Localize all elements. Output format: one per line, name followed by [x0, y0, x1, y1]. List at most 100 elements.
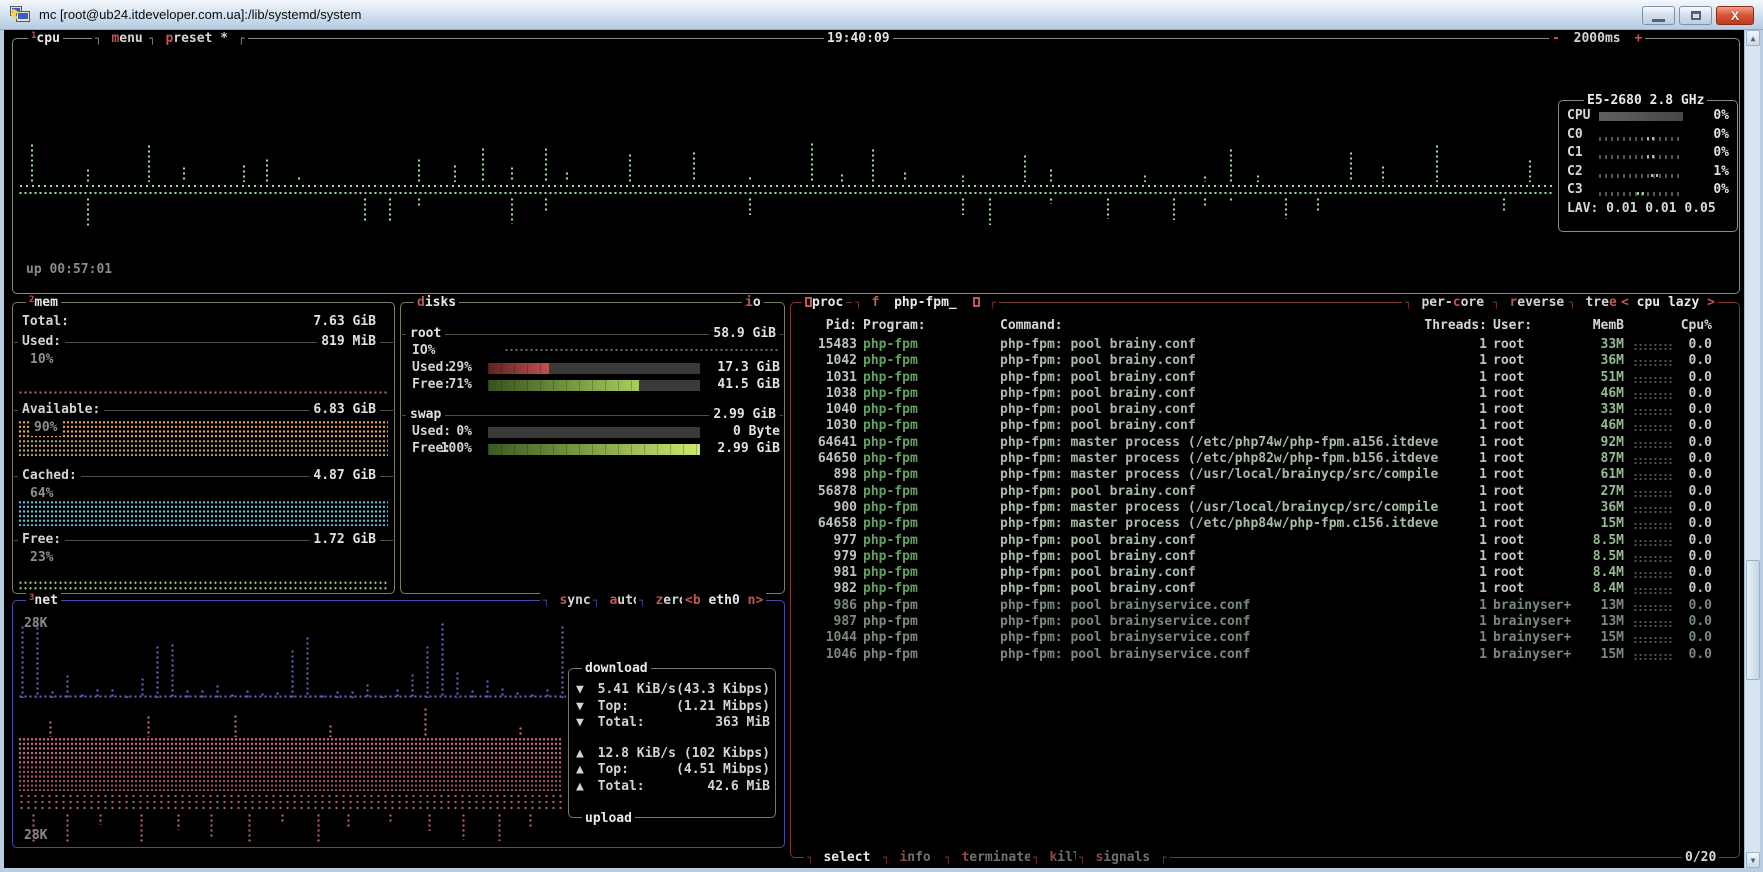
proc-row[interactable]: 1046php-fpmphp-fpm: pool brainyservice.c… — [794, 647, 1724, 663]
proc-program: php-fpm — [863, 386, 995, 402]
disks-box-title[interactable]: disks — [414, 295, 459, 310]
proc-filter-input[interactable]: f php-fpm_ — [852, 295, 999, 310]
proc-mem: 27M — [1564, 484, 1624, 500]
proc-pid: 977 — [794, 533, 857, 549]
filter-clear-icon[interactable] — [973, 297, 980, 307]
upload-arrow-icon: ▲ — [576, 762, 584, 777]
disk-root-used-bar — [488, 363, 700, 374]
proc-row[interactable]: 981php-fpmphp-fpm: pool brainy.conf1root… — [794, 565, 1724, 581]
download-arrow-icon: ▼ — [576, 682, 584, 697]
proc-command: php-fpm: pool brainy.conf — [1000, 337, 1452, 353]
interval-decrease-button[interactable]: - — [1552, 31, 1560, 46]
core-row: C10% — [1559, 144, 1737, 163]
proc-cpu: 0.0 — [1674, 402, 1712, 418]
proc-row[interactable]: 1038php-fpmphp-fpm: pool brainy.conf1roo… — [794, 386, 1724, 402]
uptime: up 00:57:01 — [26, 262, 112, 277]
proc-signals-button[interactable]: signals — [1076, 850, 1170, 865]
proc-sort-selector[interactable]: < cpu lazy > — [1618, 295, 1718, 310]
proc-program: php-fpm — [863, 533, 995, 549]
proc-pid: 1038 — [794, 386, 857, 402]
proc-row[interactable]: 900php-fpmphp-fpm: master process (/usr/… — [794, 500, 1724, 516]
proc-mem: 46M — [1564, 418, 1624, 434]
proc-row[interactable]: 56878php-fpmphp-fpm: pool brainy.conf1ro… — [794, 484, 1724, 500]
mem-total-label: Total: — [18, 314, 73, 330]
proc-pid: 1042 — [794, 353, 857, 369]
scroll-down-icon[interactable]: ▼ — [1746, 852, 1760, 868]
proc-command: php-fpm: pool brainyservice.conf — [1000, 630, 1452, 646]
mem-box-title[interactable]: 2mem — [26, 295, 61, 310]
clock: 19:40:09 — [824, 31, 893, 46]
proc-box-title[interactable]: proc — [802, 295, 846, 310]
proc-row[interactable]: 979php-fpmphp-fpm: pool brainy.conf1root… — [794, 549, 1724, 565]
disk-swap-free-bar — [488, 444, 700, 455]
proc-threads: 1 — [1434, 337, 1487, 353]
proc-command: php-fpm: pool brainy.conf — [1000, 484, 1452, 500]
proc-program: php-fpm — [863, 549, 995, 565]
disk-root-free-bar — [488, 380, 700, 391]
download-arrow-icon: ▼ — [576, 715, 584, 730]
proc-threads: 1 — [1434, 467, 1487, 483]
proc-row[interactable]: 1044php-fpmphp-fpm: pool brainyservice.c… — [794, 630, 1724, 646]
core-history-graph — [1599, 192, 1683, 196]
proc-cpu: 0.0 — [1674, 484, 1712, 500]
scroll-up-icon[interactable]: ▲ — [1746, 30, 1760, 46]
proc-cpu: 0.0 — [1674, 516, 1712, 532]
disk-root-size: 58.9 GiB — [709, 326, 780, 342]
sort-next-icon[interactable]: > — [1707, 295, 1715, 310]
maximize-button[interactable] — [1679, 6, 1712, 25]
disk-root-free-percent: 71% — [436, 377, 472, 392]
proc-mem: 15M — [1564, 630, 1624, 646]
close-button[interactable]: X — [1716, 6, 1754, 25]
proc-row[interactable]: 1042php-fpmphp-fpm: pool brainy.conf1roo… — [794, 353, 1724, 369]
proc-cpu: 0.0 — [1674, 533, 1712, 549]
proc-row[interactable]: 986php-fpmphp-fpm: pool brainyservice.co… — [794, 598, 1724, 614]
proc-cpu: 0.0 — [1674, 581, 1712, 597]
proc-row[interactable]: 898php-fpmphp-fpm: master process (/usr/… — [794, 467, 1724, 483]
proc-threads: 1 — [1434, 484, 1487, 500]
scrollbar-thumb[interactable] — [1746, 560, 1760, 680]
proc-row[interactable]: 1040php-fpmphp-fpm: pool brainy.conf1roo… — [794, 402, 1724, 418]
proc-command: php-fpm: pool brainy.conf — [1000, 402, 1452, 418]
proc-row[interactable]: 982php-fpmphp-fpm: pool brainy.conf1root… — [794, 581, 1724, 597]
proc-threads: 1 — [1434, 647, 1487, 663]
proc-percore-toggle[interactable]: per-core — [1402, 295, 1504, 310]
core-usage-bar — [1599, 112, 1683, 121]
proc-info-button[interactable]: info — [880, 850, 950, 865]
proc-threads: 1 — [1434, 386, 1487, 402]
net-box-title[interactable]: 3net — [26, 593, 61, 608]
proc-threads: 1 — [1434, 451, 1487, 467]
proc-mem: 36M — [1564, 353, 1624, 369]
proc-row[interactable]: 64650php-fpmphp-fpm: master process (/et… — [794, 451, 1724, 467]
proc-pid: 987 — [794, 614, 857, 630]
proc-row[interactable]: 987php-fpmphp-fpm: pool brainyservice.co… — [794, 614, 1724, 630]
cpu-box-title[interactable]: 1cpu — [28, 31, 63, 46]
net-interface-selector[interactable]: <b eth0 n> — [682, 593, 766, 608]
terminal-scrollbar[interactable]: ▲ ▼ — [1744, 30, 1760, 868]
window-titlebar[interactable]: mc [root@ub24.itdeveloper.com.ua]:/lib/s… — [0, 0, 1763, 30]
proc-row[interactable]: 1030php-fpmphp-fpm: pool brainy.conf1roo… — [794, 418, 1724, 434]
proc-row[interactable]: 15483php-fpmphp-fpm: pool brainy.conf1ro… — [794, 337, 1724, 353]
proc-table: 15483php-fpmphp-fpm: pool brainy.conf1ro… — [794, 337, 1724, 663]
core-row: C30% — [1559, 181, 1737, 200]
sort-prev-icon[interactable]: < — [1621, 295, 1629, 310]
proc-threads: 1 — [1434, 402, 1487, 418]
disks-io-toggle[interactable]: io — [742, 295, 764, 310]
proc-cpu-minigraph — [1633, 376, 1674, 383]
proc-row[interactable]: 1031php-fpmphp-fpm: pool brainy.conf1roo… — [794, 370, 1724, 386]
proc-cpu-minigraph — [1633, 653, 1674, 660]
proc-command: php-fpm: pool brainyservice.conf — [1000, 614, 1452, 630]
proc-pid: 64641 — [794, 435, 857, 451]
proc-select-button[interactable]: select — [804, 850, 890, 865]
proc-pid: 1031 — [794, 370, 857, 386]
minimize-button[interactable] — [1642, 6, 1675, 25]
proc-pid: 981 — [794, 565, 857, 581]
interval-increase-button[interactable]: + — [1634, 31, 1642, 46]
mem-available-graph-low — [18, 439, 388, 456]
proc-row[interactable]: 977php-fpmphp-fpm: pool brainy.conf1root… — [794, 533, 1724, 549]
proc-row[interactable]: 64641php-fpmphp-fpm: master process (/et… — [794, 435, 1724, 451]
proc-sup-icon — [805, 297, 812, 307]
proc-row[interactable]: 64658php-fpmphp-fpm: master process (/et… — [794, 516, 1724, 532]
proc-threads: 1 — [1434, 598, 1487, 614]
preset-button[interactable]: preset * — [146, 31, 248, 46]
proc-program: php-fpm — [863, 467, 995, 483]
